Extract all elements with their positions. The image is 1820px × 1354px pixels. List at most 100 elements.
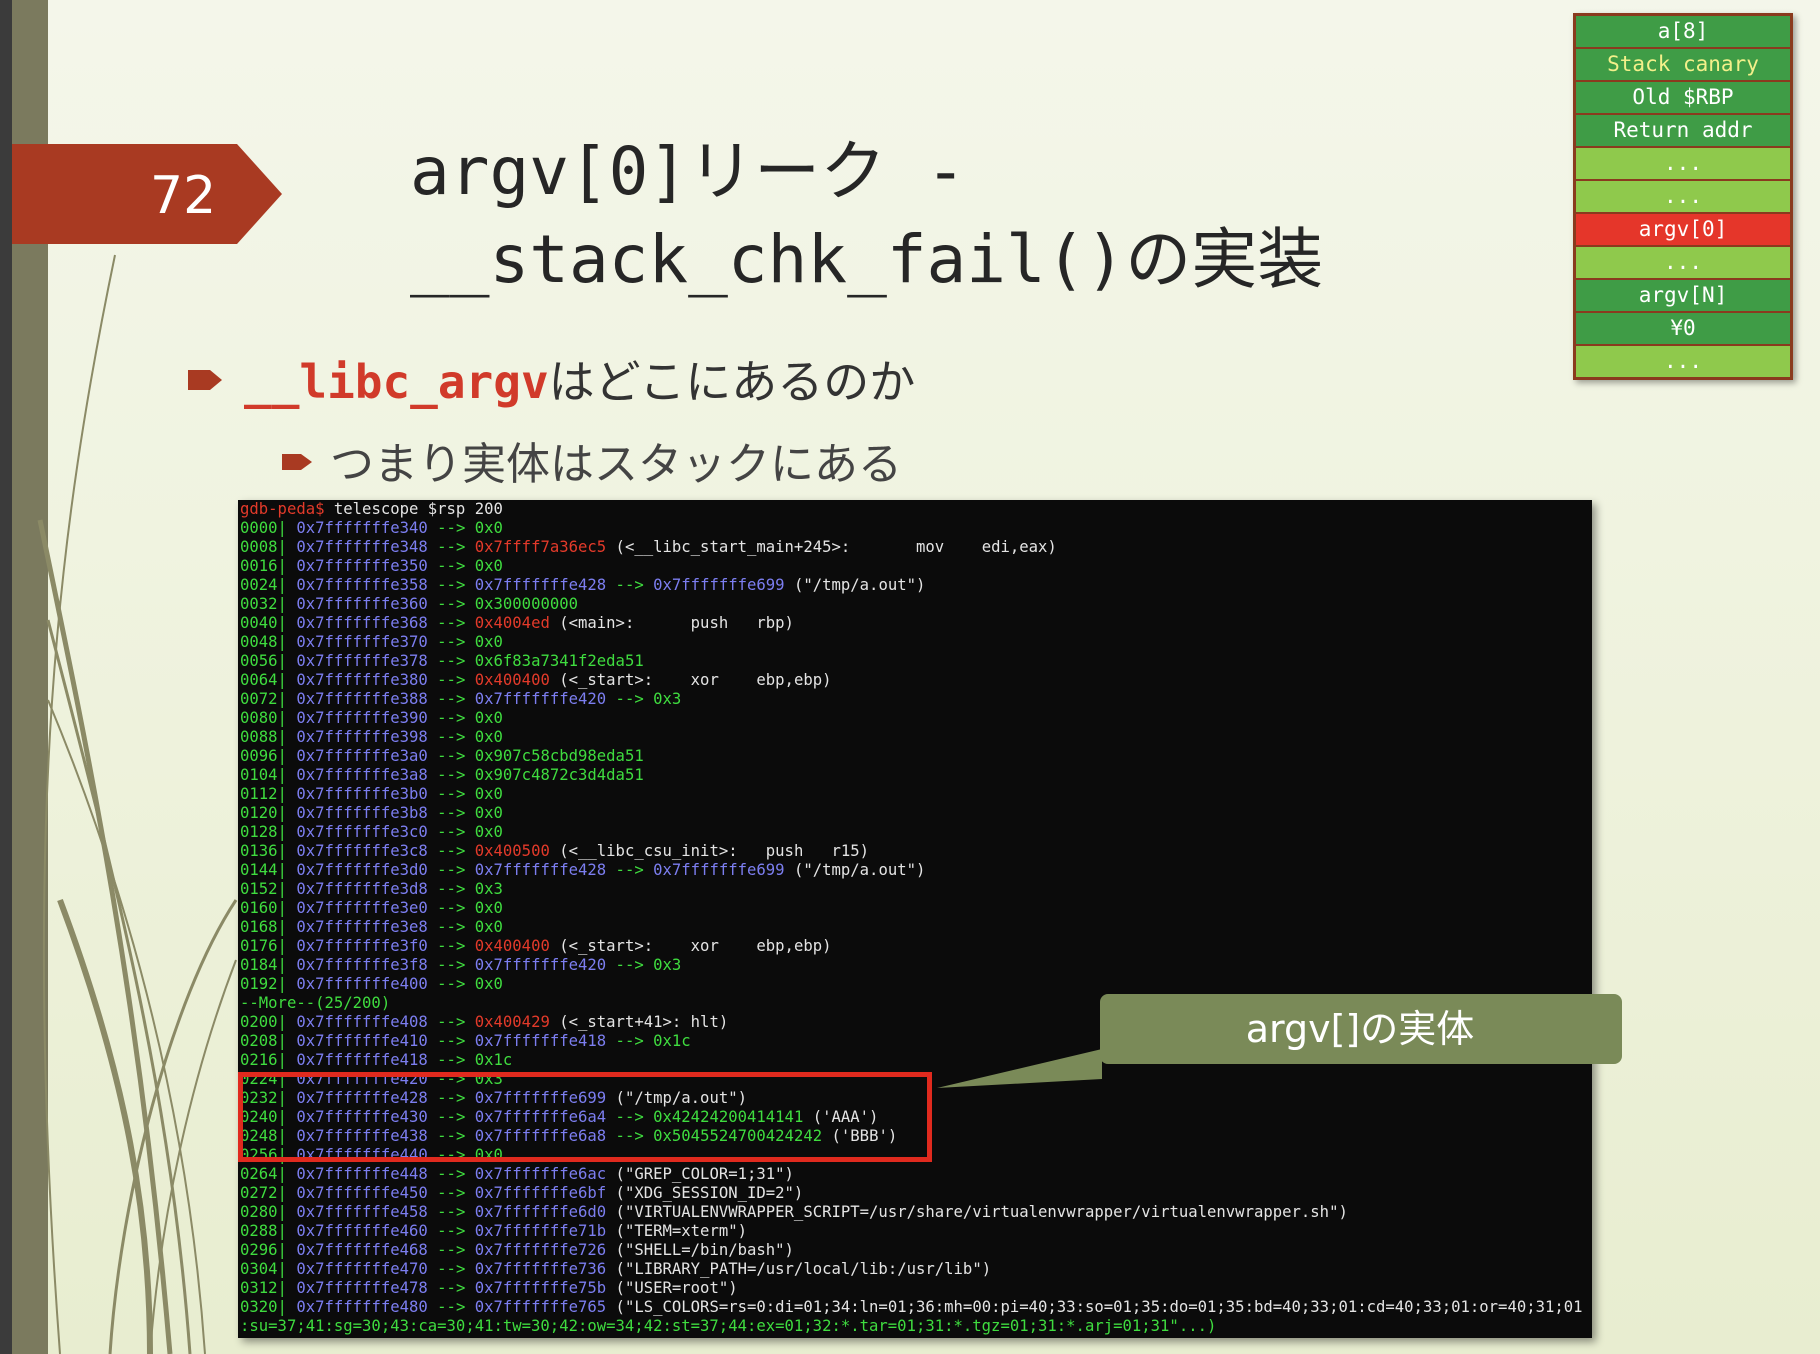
- pointer-arrow: -->: [606, 576, 654, 594]
- stack-address: 0x7fffffffe3e8: [286, 918, 428, 936]
- pointer-arrow: -->: [427, 937, 475, 955]
- stack-offset: 0304|: [240, 1260, 287, 1278]
- stack-cell: ...: [1576, 181, 1790, 214]
- slide-number: 72: [150, 166, 217, 226]
- stack-address: 0x7fffffffe460: [286, 1222, 428, 1240]
- stack-offset: 0144|: [240, 861, 287, 879]
- stack-value: 0x7fffffffe420: [474, 956, 607, 974]
- pointer-arrow: -->: [427, 766, 475, 784]
- terminal-line: 0136| 0x7fffffffe3c8 --> 0x400500 (<__li…: [238, 842, 1592, 861]
- stack-offset: 0008|: [240, 538, 287, 556]
- stack-address: 0x7fffffffe450: [286, 1184, 428, 1202]
- stack-address: 0x7fffffffe3a8: [286, 766, 428, 784]
- stack-address: 0x7fffffffe378: [286, 652, 428, 670]
- stack-address: 0x7fffffffe3c8: [286, 842, 428, 860]
- terminal-line: 0064| 0x7fffffffe380 --> 0x400400 (<_sta…: [238, 671, 1592, 690]
- stack-address: 0x7fffffffe350: [286, 557, 428, 575]
- title-line-2: __stack_chk_fail()の実装: [410, 221, 1324, 298]
- deref-value: 0x7fffffffe699: [653, 576, 785, 594]
- symbol-annotation: ("/tmp/a.out"): [784, 576, 926, 594]
- stack-address: 0x7fffffffe358: [286, 576, 428, 594]
- pointer-arrow: -->: [427, 918, 475, 936]
- stack-address: 0x7fffffffe410: [286, 1032, 428, 1050]
- pointer-arrow: -->: [427, 1260, 475, 1278]
- stack-offset: 0056|: [240, 652, 287, 670]
- stack-value: 0x7fffffffe6bf: [474, 1184, 607, 1202]
- stack-offset: 0160|: [240, 899, 287, 917]
- stack-value: 0x7fffffffe765: [474, 1298, 607, 1316]
- terminal-line: 0080| 0x7fffffffe390 --> 0x0: [238, 709, 1592, 728]
- stack-offset: 0120|: [240, 804, 287, 822]
- pointer-arrow: -->: [427, 1165, 475, 1183]
- stack-offset: 0184|: [240, 956, 287, 974]
- terminal-line: 0016| 0x7fffffffe350 --> 0x0: [238, 557, 1592, 576]
- stack-value: 0x0: [474, 709, 503, 727]
- pointer-arrow: -->: [427, 1013, 475, 1031]
- terminal-line: 0264| 0x7fffffffe448 --> 0x7fffffffe6ac …: [238, 1165, 1592, 1184]
- terminal-raw-text: --More--(25/200): [240, 994, 391, 1012]
- stack-cell: Return addr: [1576, 115, 1790, 148]
- pointer-arrow: -->: [427, 880, 475, 898]
- stack-address: 0x7fffffffe3f0: [286, 937, 428, 955]
- stack-cell: ¥0: [1576, 313, 1790, 346]
- stack-value: 0x7fffffffe736: [474, 1260, 607, 1278]
- stack-offset: 0032|: [240, 595, 287, 613]
- pointer-arrow: -->: [427, 785, 475, 803]
- terminal-line: 0040| 0x7fffffffe368 --> 0x4004ed (<main…: [238, 614, 1592, 633]
- stack-offset: 0072|: [240, 690, 287, 708]
- symbol-annotation: ("USER=root"): [606, 1279, 738, 1297]
- stack-offset: 0112|: [240, 785, 287, 803]
- symbol-annotation: ("LS_COLORS=rs=0:di=01;34:ln=01;36:mh=00…: [606, 1298, 1583, 1316]
- stack-address: 0x7fffffffe458: [286, 1203, 428, 1221]
- stack-address: 0x7fffffffe480: [286, 1298, 428, 1316]
- terminal-line: 0104| 0x7fffffffe3a8 --> 0x907c4872c3d4d…: [238, 766, 1592, 785]
- stack-value: 0x0: [474, 899, 503, 917]
- symbol-annotation: ("GREP_COLOR=1;31"): [606, 1165, 794, 1183]
- stack-value: 0x1c: [474, 1051, 513, 1069]
- terminal-prompt-line: gdb-peda$ telescope $rsp 200: [238, 500, 1592, 519]
- pointer-arrow: -->: [427, 557, 475, 575]
- terminal-line: 0184| 0x7fffffffe3f8 --> 0x7fffffffe420 …: [238, 956, 1592, 975]
- pointer-arrow: -->: [427, 861, 475, 879]
- stack-cell: ...: [1576, 247, 1790, 280]
- stack-address: 0x7fffffffe408: [286, 1013, 428, 1031]
- stack-address: 0x7fffffffe478: [286, 1279, 428, 1297]
- terminal-command: telescope $rsp 200: [324, 500, 503, 518]
- stack-layout-diagram: a[8] Stack canary Old $RBP Return addr.....…: [1573, 13, 1793, 380]
- pointer-arrow: -->: [606, 861, 654, 879]
- stack-cell: ...: [1576, 346, 1790, 377]
- stack-address: 0x7fffffffe3b0: [286, 785, 428, 803]
- title-line-1: argv[0]リーク -: [410, 133, 966, 210]
- terminal-line: 0024| 0x7fffffffe358 --> 0x7fffffffe428 …: [238, 576, 1592, 595]
- stack-offset: 0216|: [240, 1051, 287, 1069]
- terminal-line: 0152| 0x7fffffffe3d8 --> 0x3: [238, 880, 1592, 899]
- pointer-arrow: -->: [427, 1298, 475, 1316]
- pointer-arrow: -->: [427, 614, 475, 632]
- stack-address: 0x7fffffffe380: [286, 671, 428, 689]
- symbol-annotation: ("XDG_SESSION_ID=2"): [606, 1184, 804, 1202]
- stack-address: 0x7fffffffe368: [286, 614, 428, 632]
- stack-value: 0x400400: [474, 937, 550, 955]
- stack-address: 0x7fffffffe370: [286, 633, 428, 651]
- stack-offset: 0264|: [240, 1165, 287, 1183]
- stack-offset: 0320|: [240, 1298, 287, 1316]
- terminal-prompt: gdb-peda$: [240, 500, 325, 518]
- pointer-arrow: -->: [427, 1051, 475, 1069]
- terminal-line: 0128| 0x7fffffffe3c0 --> 0x0: [238, 823, 1592, 842]
- stack-offset: 0272|: [240, 1184, 287, 1202]
- stack-offset: 0104|: [240, 766, 287, 784]
- symbol-annotation: (<_start>: xor ebp,ebp): [549, 671, 832, 689]
- stack-offset: 0000|: [240, 519, 287, 537]
- bullet-2-text: つまり実体はスタックにある: [330, 439, 902, 490]
- pointer-arrow: -->: [427, 690, 475, 708]
- pointer-arrow: -->: [427, 1032, 475, 1050]
- deref-value: 0x3: [653, 956, 682, 974]
- stack-offset: 0088|: [240, 728, 287, 746]
- terminal-line: 0072| 0x7fffffffe388 --> 0x7fffffffe420 …: [238, 690, 1592, 709]
- terminal-line: 0160| 0x7fffffffe3e0 --> 0x0: [238, 899, 1592, 918]
- stack-value: 0x7fffffffe75b: [474, 1279, 607, 1297]
- pointer-arrow: -->: [427, 652, 475, 670]
- stack-offset: 0080|: [240, 709, 287, 727]
- stack-offset: 0152|: [240, 880, 287, 898]
- stack-address: 0x7fffffffe340: [286, 519, 428, 537]
